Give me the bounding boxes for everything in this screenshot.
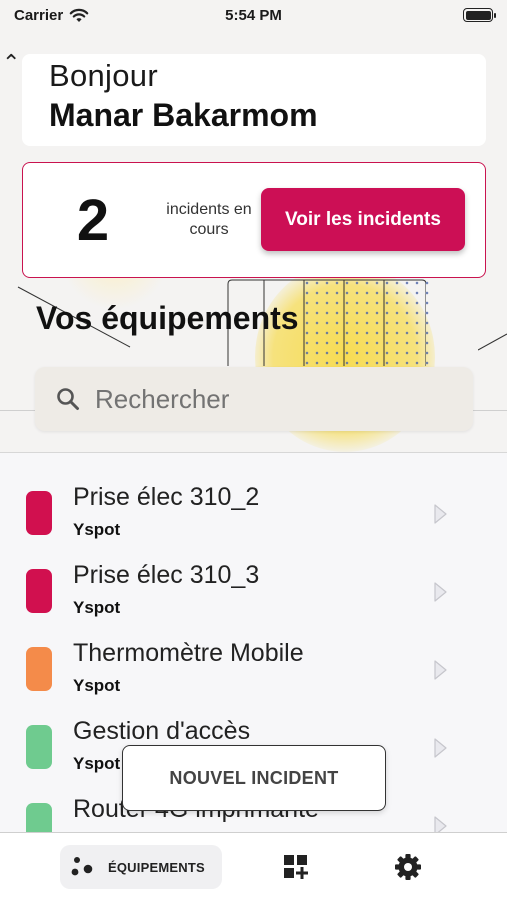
battery-icon	[463, 8, 496, 22]
user-name: Manar Bakarmom	[49, 97, 318, 133]
tab-equipment-label: ÉQUIPEMENTS	[108, 859, 205, 875]
background-dots	[302, 278, 432, 368]
status-color-swatch	[26, 569, 52, 613]
play-arrow-icon[interactable]	[432, 659, 448, 681]
equipment-name: Prise élec 310_3	[73, 561, 260, 589]
tab-dashboard[interactable]	[279, 851, 313, 885]
chevron-up-icon: ⌃	[2, 50, 21, 75]
status-color-swatch	[26, 803, 52, 832]
status-bar: Carrier 5:54 PM	[0, 0, 507, 30]
tab-equipment[interactable]: ÉQUIPEMENTS	[60, 845, 222, 889]
play-arrow-icon[interactable]	[432, 581, 448, 603]
greeting-hello: Bonjour	[49, 58, 158, 93]
wifi-icon	[69, 8, 89, 22]
grid-plus-icon	[284, 854, 308, 879]
view-incidents-button[interactable]: Voir les incidents	[261, 188, 465, 251]
equipment-name: Gestion d'accès	[73, 717, 251, 745]
incident-label: incidents en cours	[166, 201, 252, 238]
dots-icon	[71, 857, 93, 876]
tab-settings[interactable]	[391, 851, 425, 885]
incident-count: 2	[76, 187, 110, 253]
tab-bar: ÉQUIPEMENTS	[0, 832, 507, 900]
play-arrow-icon[interactable]	[432, 503, 448, 525]
search-input[interactable]	[95, 383, 455, 415]
status-color-swatch	[26, 647, 52, 691]
list-item[interactable]: Prise élec 310_3 Yspot	[0, 531, 507, 617]
search-bar[interactable]	[35, 367, 473, 431]
play-arrow-icon[interactable]	[432, 815, 448, 832]
equipment-name: Thermomètre Mobile	[73, 639, 304, 667]
equipment-name: Prise élec 310_2	[73, 483, 260, 511]
status-color-swatch	[26, 491, 52, 535]
new-incident-button[interactable]: NOUVEL INCIDENT	[122, 745, 386, 811]
incidents-card: 2 incidents en cours Voir les incidents	[22, 162, 486, 278]
background-diagonal-right	[478, 333, 507, 351]
status-color-swatch	[26, 725, 52, 769]
greeting-card: Bonjour Manar Bakarmom	[22, 54, 486, 146]
gear-icon	[395, 853, 421, 880]
list-item[interactable]: Prise élec 310_2 Yspot	[0, 453, 507, 539]
search-icon	[57, 388, 79, 410]
carrier-label: Carrier	[14, 6, 64, 24]
equipment-section-title: Vos équipements	[36, 300, 299, 336]
play-arrow-icon[interactable]	[432, 737, 448, 759]
list-item[interactable]: Thermomètre Mobile Yspot	[0, 609, 507, 695]
